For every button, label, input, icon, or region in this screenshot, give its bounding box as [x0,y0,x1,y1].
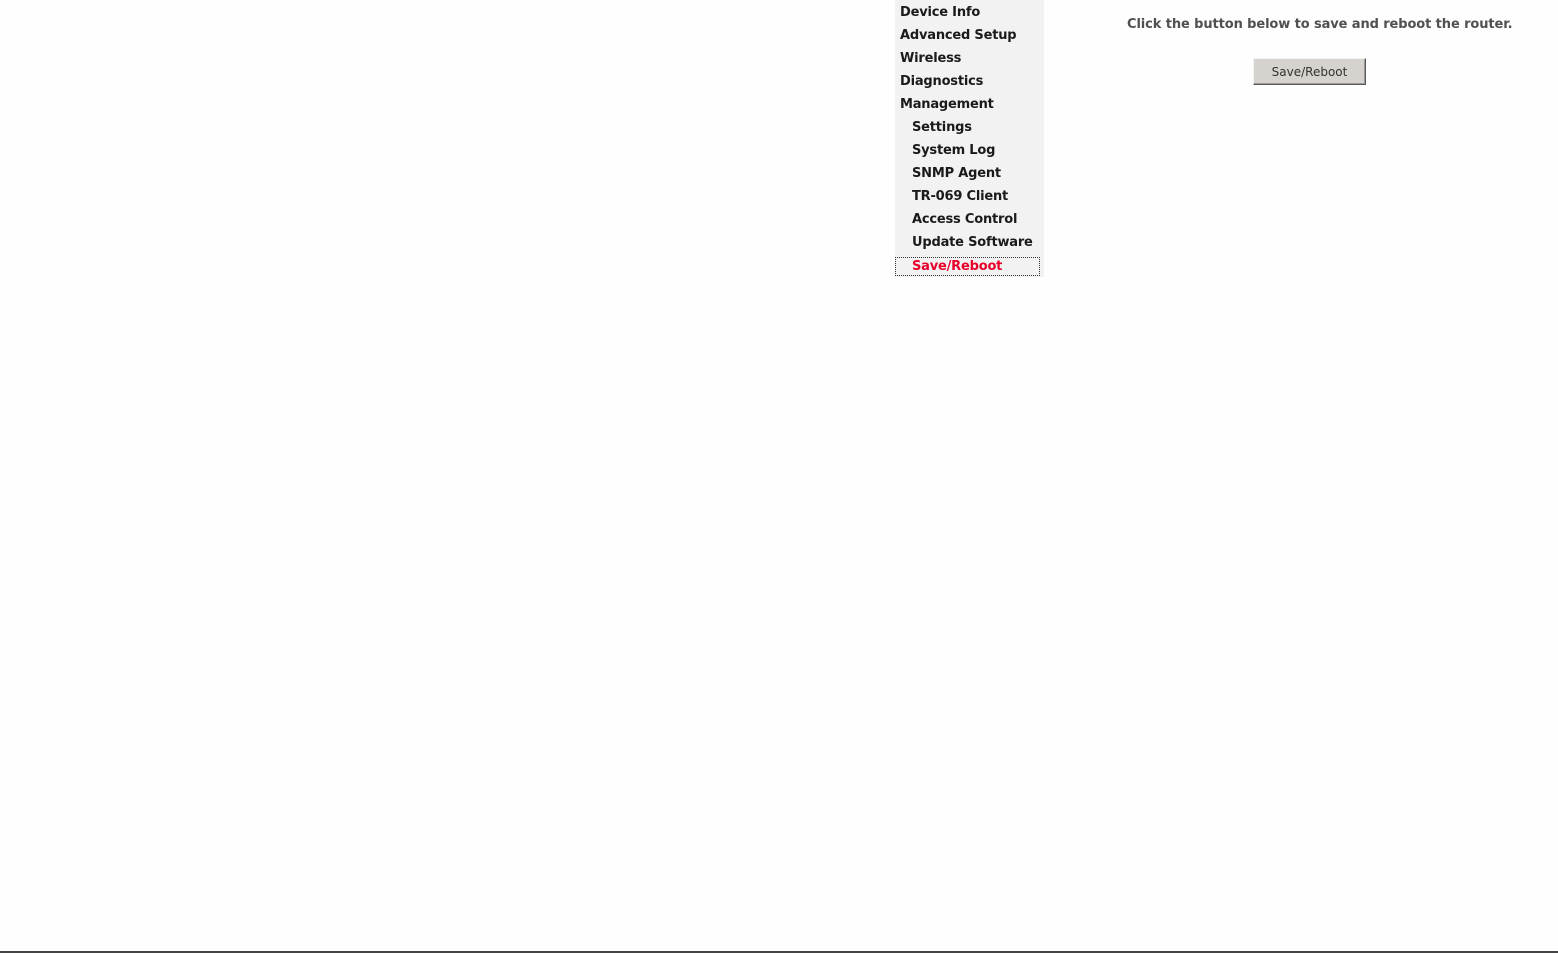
page: Device Info Advanced Setup Wireless Diag… [0,0,1558,953]
sidebar-subitem-update-software[interactable]: Update Software [912,233,1033,253]
sidebar-subitem-tr069-client[interactable]: TR-069 Client [912,187,1008,207]
sidebar-subitem-save-reboot[interactable]: Save/Reboot [895,257,1040,276]
sidebar-item-diagnostics[interactable]: Diagnostics [900,72,983,92]
save-reboot-button[interactable]: Save/Reboot [1253,58,1366,85]
sidebar-subitem-settings[interactable]: Settings [912,118,972,138]
sidebar-item-wireless[interactable]: Wireless [900,49,961,69]
instruction-text: Click the button below to save and reboo… [1127,17,1513,32]
sidebar-subitem-access-control[interactable]: Access Control [912,210,1017,230]
sidebar-item-management[interactable]: Management [900,95,994,115]
sidebar-menu: Device Info Advanced Setup Wireless Diag… [895,0,1044,277]
sidebar-subitem-snmp-agent[interactable]: SNMP Agent [912,164,1001,184]
sidebar-subitem-system-log[interactable]: System Log [912,141,995,161]
sidebar-item-device-info[interactable]: Device Info [900,3,980,23]
sidebar-item-advanced-setup[interactable]: Advanced Setup [900,26,1017,46]
